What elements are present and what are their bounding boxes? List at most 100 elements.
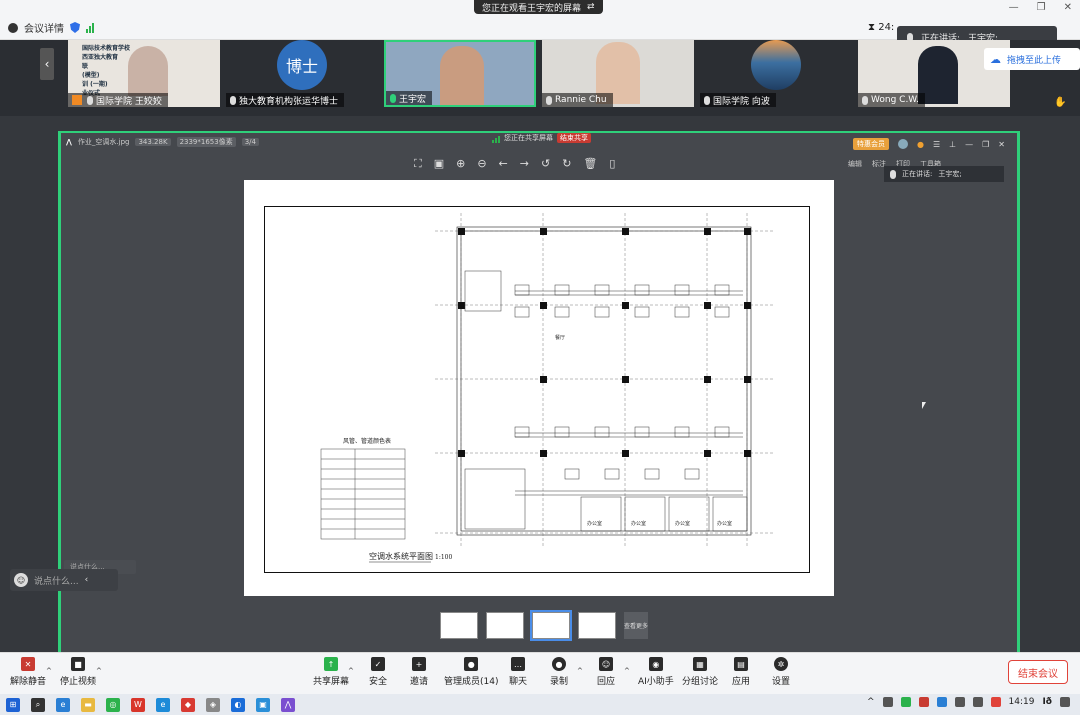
invite-button[interactable]: + 邀请 (410, 657, 428, 687)
shield-icon: ✓ (371, 657, 385, 671)
chevron-up-icon[interactable]: ^ (577, 667, 583, 675)
rotate-right-icon[interactable]: ↻ (562, 157, 571, 171)
browser-ie-icon[interactable]: e (56, 697, 70, 712)
page-thumbnail[interactable] (578, 612, 616, 639)
strip-prev-button[interactable]: ‹ (40, 48, 54, 80)
restore-icon[interactable]: ❐ (982, 140, 989, 149)
search-icon[interactable]: ⌕ (31, 697, 45, 712)
share-screen-icon: ↑ (324, 657, 338, 671)
input-method-icon[interactable] (990, 697, 1001, 707)
folder-icon[interactable]: ▬ (81, 697, 95, 712)
notification-icon[interactable] (1060, 697, 1070, 707)
rotate-left-icon[interactable]: ↺ (541, 157, 550, 171)
switch-icon[interactable]: ⇄ (587, 2, 595, 12)
wps-icon[interactable]: W (131, 697, 145, 712)
chat-input[interactable]: ☺ 说点什么... ‹ (10, 569, 118, 591)
zoom-in-icon[interactable]: ⊕ (456, 157, 465, 171)
close-icon[interactable]: ✕ (998, 140, 1005, 149)
pin-icon[interactable]: ⊥ (949, 140, 956, 149)
page-thumbnail-active[interactable] (530, 610, 572, 641)
emoji-icon[interactable]: ☺ (14, 573, 28, 587)
clock[interactable]: 14:19 (1009, 697, 1035, 707)
chat-label: 聊天 (509, 677, 528, 687)
stop-video-button[interactable]: ■ 停止视频 (60, 657, 96, 687)
shared-slide-text: 国际技术教育学校 西亚独大教育 联 (模型) 训 (一期) 业仪式 (82, 44, 130, 98)
participant-tile[interactable]: 博士 独大教育机构张运华博士 (226, 40, 378, 107)
meeting-app-icon[interactable]: ◐ (231, 697, 245, 712)
page-thumbnail[interactable] (440, 612, 478, 639)
next-arrow-icon[interactable]: → (520, 157, 529, 171)
share-banner-text: 您正在观看王宇宏的屏幕 (482, 3, 582, 14)
end-meeting-button[interactable]: 结束会议 (1008, 660, 1068, 684)
chevron-up-icon[interactable]: ^ (624, 667, 630, 675)
breakout-button[interactable]: ▦ 分组讨论 (682, 657, 718, 687)
security-shield-icon[interactable] (70, 22, 80, 33)
security-button[interactable]: ✓ 安全 (369, 657, 387, 687)
close-icon[interactable]: ✕ (1064, 2, 1072, 13)
volume-icon[interactable] (972, 697, 983, 707)
actual-size-icon[interactable]: ▣ (434, 157, 444, 171)
minimize-icon[interactable]: — (1009, 2, 1019, 13)
fullscreen-icon[interactable]: ⛶ (414, 157, 422, 171)
info-icon (8, 22, 18, 33)
prev-arrow-icon[interactable]: ← (499, 157, 508, 171)
participant-tile[interactable]: Rannie Chu (542, 40, 694, 107)
ai-assistant-button[interactable]: ◉ AI小助手 (638, 657, 674, 687)
participant-tile[interactable]: 国际技术教育学校 西亚独大教育 联 (模型) 训 (一期) 业仪式 国际学院 王… (68, 40, 220, 107)
member-badge-button[interactable]: 特惠会员 (853, 138, 889, 150)
upload-drop-button[interactable]: ☁ 拖拽至此上传 (984, 48, 1080, 70)
tray-icon[interactable] (918, 697, 929, 707)
chat-button[interactable]: … 聊天 (509, 657, 527, 687)
app-green-icon[interactable]: ◎ (106, 697, 120, 712)
zoom-out-icon[interactable]: ⊖ (477, 157, 486, 171)
drawing-scale: 1:100 (435, 554, 452, 561)
ime-icon[interactable]: Ið (1042, 697, 1052, 707)
raise-hand-icon[interactable]: ✋ (1054, 97, 1066, 108)
menu-icon[interactable]: ☰ (933, 140, 940, 149)
avatar-text: 博士 (285, 57, 318, 76)
record-button[interactable]: ● 录制 (550, 657, 568, 687)
participant-tile-active-speaker[interactable]: 王宇宏 (384, 40, 536, 107)
edge-icon[interactable]: e (156, 697, 170, 712)
chevron-up-icon[interactable]: ^ (96, 667, 102, 675)
unmute-button[interactable]: ✕ 解除静音 (10, 657, 46, 687)
notification-icon[interactable]: ● (917, 140, 924, 149)
minimize-icon[interactable]: — (965, 140, 973, 149)
tray-icon[interactable] (936, 697, 947, 707)
security-label: 安全 (369, 677, 388, 687)
share-viewing-banner[interactable]: 您正在观看王宇宏的屏幕 ⇄ (474, 0, 603, 14)
speaking-name: 王宇宏; (938, 170, 962, 178)
participant-tile[interactable]: 国际学院 向波 (700, 40, 852, 107)
tray-icon[interactable] (900, 697, 911, 707)
restore-icon[interactable]: ❐ (1037, 2, 1046, 13)
app-red-icon[interactable]: ◆ (181, 697, 195, 712)
viewer-app-icon[interactable]: ⋀ (281, 697, 295, 712)
meeting-info[interactable]: 会议详情 (8, 20, 94, 35)
share-screen-button[interactable]: ↑ 共享屏幕 (313, 657, 349, 687)
edit-button[interactable]: 编辑 (848, 159, 862, 169)
chevron-left-icon[interactable]: ‹ (85, 575, 89, 585)
network-signal-icon[interactable] (86, 22, 94, 33)
file-icon[interactable]: ▯ (609, 157, 615, 171)
chevron-up-icon[interactable]: ^ (46, 667, 52, 675)
apps-button[interactable]: ▤ 应用 (732, 657, 750, 687)
breakout-icon: ▦ (693, 657, 707, 671)
meeting-details-label[interactable]: 会议详情 (24, 20, 64, 35)
stop-share-button[interactable]: 结束共享 (557, 133, 591, 143)
manage-members-button[interactable]: ● 管理成员(14) (444, 657, 498, 687)
tray-icon[interactable] (882, 697, 893, 707)
participant-video (440, 46, 484, 105)
chevron-up-icon[interactable]: ^ (348, 667, 354, 675)
delete-icon[interactable]: 🗑 (583, 157, 597, 171)
windows-start-icon[interactable]: ⊞ (6, 697, 20, 712)
more-thumbnails-button[interactable]: 查看更多 (624, 612, 648, 639)
reaction-button[interactable]: ☺ 回应 (597, 657, 615, 687)
upload-label: 拖拽至此上传 (1007, 55, 1062, 66)
app-gray-icon[interactable]: ◈ (206, 697, 220, 712)
page-thumbnail[interactable] (486, 612, 524, 639)
app-blue-icon[interactable]: ▣ (256, 697, 270, 712)
wifi-icon[interactable] (954, 697, 965, 707)
user-avatar-icon[interactable] (898, 139, 908, 149)
settings-button[interactable]: ✲ 设置 (772, 657, 790, 687)
chevron-up-icon[interactable]: ^ (867, 697, 875, 707)
